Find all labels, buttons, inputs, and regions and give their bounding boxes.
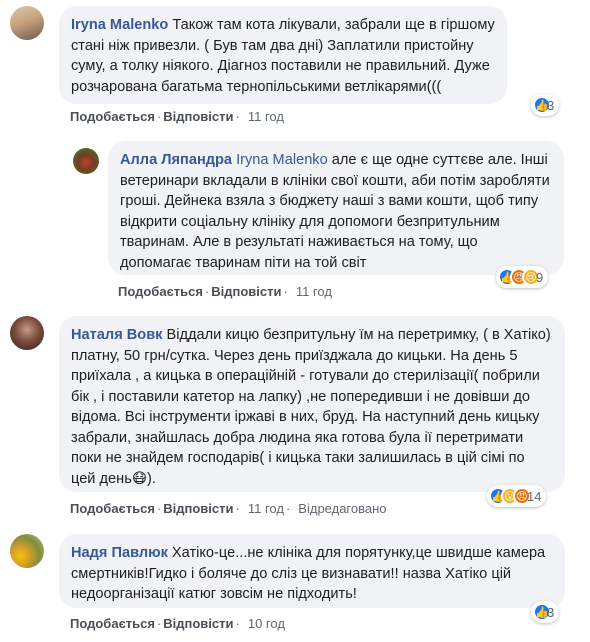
comment-bubble: Алла Ляпандра Iryna Malenko але є ще одне… — [108, 141, 564, 275]
reaction-summary[interactable]: 👍 😮 😠 14 — [487, 485, 547, 507]
edited-label[interactable]: Відредаговано — [298, 501, 386, 516]
avatar[interactable] — [73, 148, 99, 174]
comment-actions: Подобається · Відповісти · 11 год — [118, 284, 332, 299]
avatar[interactable] — [10, 6, 44, 40]
comment-author[interactable]: Наталя Вовк — [71, 327, 163, 343]
reaction-summary[interactable]: 👍 3 — [531, 601, 560, 623]
reply-link[interactable]: Відповісти — [211, 284, 281, 299]
timestamp[interactable]: 11 год — [248, 109, 284, 124]
reply-link[interactable]: Відповісти — [163, 501, 233, 516]
comment-author[interactable]: Алла Ляпандра — [120, 152, 232, 168]
like-link[interactable]: Подобається — [70, 109, 155, 124]
reply-link[interactable]: Відповісти — [163, 616, 233, 631]
mention-link[interactable]: Iryna Malenko — [236, 152, 328, 168]
reaction-count: 9 — [536, 269, 544, 285]
like-link[interactable]: Подобається — [118, 284, 203, 299]
reaction-count: 14 — [527, 488, 542, 504]
reaction-count: 3 — [547, 604, 555, 620]
comment-author[interactable]: Надя Павлюк — [71, 545, 168, 561]
comment-actions: Подобається · Відповісти · 11 год · Відредагов… — [70, 501, 387, 516]
like-link[interactable]: Подобається — [70, 616, 155, 631]
comment-bubble: Надя Павлюк Хатіко-це...не клініка для по… — [59, 534, 565, 608]
avatar[interactable] — [10, 316, 44, 350]
timestamp[interactable]: 10 год — [248, 616, 285, 631]
comment-bubble: Iryna Malenko Також там кота лікували, за… — [59, 6, 507, 104]
comment-bubble: Наталя Вовк Віддали кицю безпритульну їм … — [59, 316, 565, 492]
comment-text: але є ще одне суттєве але. Інші ветерина… — [120, 152, 550, 271]
timestamp[interactable]: 11 год — [296, 284, 332, 299]
avatar[interactable] — [10, 534, 44, 568]
comment-author[interactable]: Iryna Malenko — [71, 17, 168, 33]
reaction-summary[interactable]: 👍 😠 😢 9 — [496, 266, 549, 288]
comment-text: Віддали кицю безпритульну їм на перетрим… — [71, 327, 551, 487]
reply-link[interactable]: Відповісти — [163, 109, 233, 124]
reaction-summary[interactable]: 👍 3 — [531, 94, 560, 116]
comment-actions: Подобається · Відповісти · 11 год — [70, 109, 284, 124]
timestamp[interactable]: 11 год — [248, 501, 284, 516]
comment-actions: Подобається · Відповісти · 10 год — [70, 616, 285, 631]
reaction-count: 3 — [547, 97, 555, 113]
like-link[interactable]: Подобається — [70, 501, 155, 516]
